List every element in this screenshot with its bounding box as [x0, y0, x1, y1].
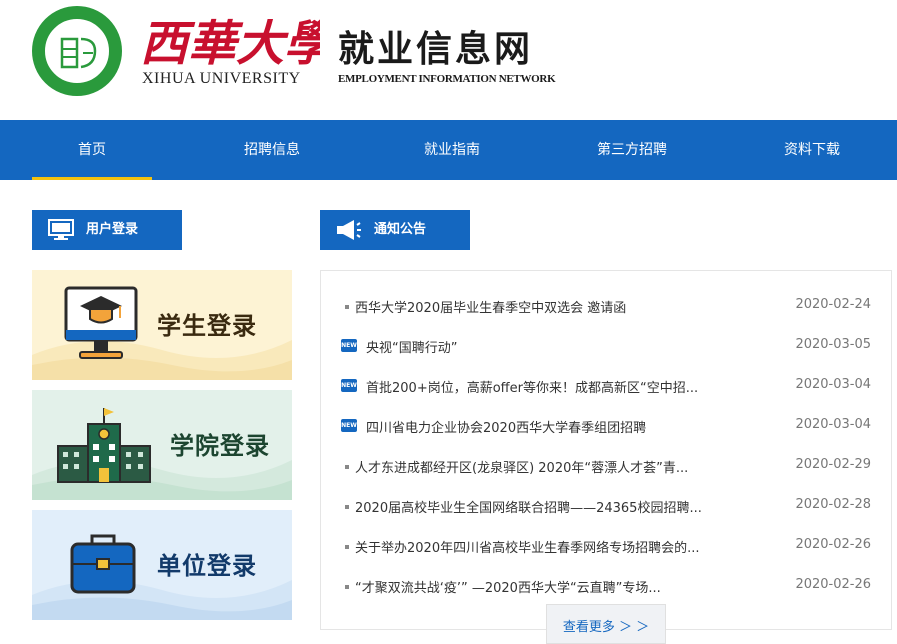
bullet-icon: [345, 505, 349, 509]
notice-list: 西华大学2020届毕业生春季空中双选会 邀请函 2020-02-24 NEW 央…: [320, 270, 892, 630]
notice-date: 2020-02-26: [795, 537, 871, 552]
notice-title[interactable]: 央视“国聘行动”: [366, 337, 746, 356]
login-heading: 用户登录: [32, 210, 182, 250]
brand-calligraphy-logo[interactable]: 西華大學: [140, 10, 320, 70]
company-login-card[interactable]: 单位登录: [32, 510, 292, 620]
nav-item-third-party[interactable]: 第三方招聘: [572, 120, 692, 180]
briefcase-icon: [70, 534, 136, 594]
bullet-icon: [345, 585, 349, 589]
graduation-cap-monitor-icon: [64, 286, 138, 359]
notice-item[interactable]: 人才东进成都经开区(龙泉驿区) 2020年“蓉漂人才荟”青... 2020-02…: [341, 447, 871, 487]
notice-title[interactable]: 西华大学2020届毕业生春季空中双选会 邀请函: [355, 297, 735, 316]
notice-date: 2020-03-04: [795, 377, 871, 392]
notice-item[interactable]: NEW 央视“国聘行动” 2020-03-05: [341, 327, 871, 367]
notice-date: 2020-03-04: [795, 417, 871, 432]
bullet-icon: [345, 465, 349, 469]
company-login-label: 单位登录: [157, 551, 257, 580]
notices-heading-label: 通知公告: [374, 222, 427, 237]
notices-heading: 通知公告: [320, 210, 470, 250]
notice-item[interactable]: 2020届高校毕业生全国网络联合招聘——24365校园招聘... 2020-02…: [341, 487, 871, 527]
site-header: 西華大學 XIHUA UNIVERSITY 就业信息网 EMPLOYMENT I…: [0, 0, 897, 120]
site-subtitle: EMPLOYMENT INFORMATION NETWORK: [338, 73, 556, 85]
college-login-label: 学院登录: [170, 431, 270, 460]
megaphone-icon: [337, 220, 361, 240]
brand-en-text: XIHUA UNIVERSITY: [142, 70, 301, 87]
monitor-icon: [48, 219, 74, 240]
notice-date: 2020-02-28: [795, 497, 871, 512]
nav-item-home[interactable]: 首页: [32, 120, 152, 180]
building-icon: [57, 408, 151, 483]
notice-item[interactable]: NEW 四川省电力企业协会2020西华大学春季组团招聘 2020-03-04: [341, 407, 871, 447]
notice-date: 2020-02-24: [795, 297, 871, 312]
notice-title[interactable]: 四川省电力企业协会2020西华大学春季组团招聘: [366, 417, 746, 436]
nav-item-recruitment[interactable]: 招聘信息: [212, 120, 332, 180]
site-title: 就业信息网: [338, 29, 534, 70]
new-badge-icon: NEW: [341, 419, 357, 432]
college-login-card[interactable]: 学院登录: [32, 390, 292, 500]
nav-item-downloads[interactable]: 资料下载: [752, 120, 872, 180]
notice-title[interactable]: 人才东进成都经开区(龙泉驿区) 2020年“蓉漂人才荟”青...: [355, 457, 735, 476]
new-badge-icon: NEW: [341, 339, 357, 352]
notice-item[interactable]: “才聚双流共战‘疫’” —2020西华大学“云直聘”专场... 2020-02-…: [341, 567, 871, 607]
new-badge-icon: NEW: [341, 379, 357, 392]
seal-mark-icon: [60, 37, 97, 69]
notice-item[interactable]: 西华大学2020届毕业生春季空中双选会 邀请函 2020-02-24: [341, 287, 871, 327]
nav-item-guide[interactable]: 就业指南: [392, 120, 512, 180]
university-seal-logo[interactable]: [32, 6, 122, 96]
view-more-button[interactable]: 查看更多 ＞ ＞: [546, 604, 666, 644]
notice-date: 2020-02-29: [795, 457, 871, 472]
notice-title[interactable]: 关于举办2020年四川省高校毕业生春季网络专场招聘会的...: [355, 537, 735, 556]
student-login-card[interactable]: 学生登录: [32, 270, 292, 380]
student-login-label: 学生登录: [157, 311, 257, 340]
notice-title[interactable]: 2020届高校毕业生全国网络联合招聘——24365校园招聘...: [355, 497, 735, 516]
bullet-icon: [345, 305, 349, 309]
notice-item[interactable]: NEW 首批200+岗位，高薪offer等你来！成都高新区“空中招... 202…: [341, 367, 871, 407]
notice-date: 2020-03-05: [795, 337, 871, 352]
notice-title[interactable]: “才聚双流共战‘疫’” —2020西华大学“云直聘”专场...: [355, 577, 735, 596]
main-nav: 首页 招聘信息 就业指南 第三方招聘 资料下载: [0, 120, 897, 180]
seal-inner: [43, 17, 111, 85]
bullet-icon: [345, 545, 349, 549]
notice-item[interactable]: 关于举办2020年四川省高校毕业生春季网络专场招聘会的... 2020-02-2…: [341, 527, 871, 567]
brand-cn-text: 西華大學: [140, 16, 320, 70]
login-heading-label: 用户登录: [86, 222, 139, 237]
notice-date: 2020-02-26: [795, 577, 871, 592]
notice-title[interactable]: 首批200+岗位，高薪offer等你来！成都高新区“空中招...: [366, 377, 746, 396]
